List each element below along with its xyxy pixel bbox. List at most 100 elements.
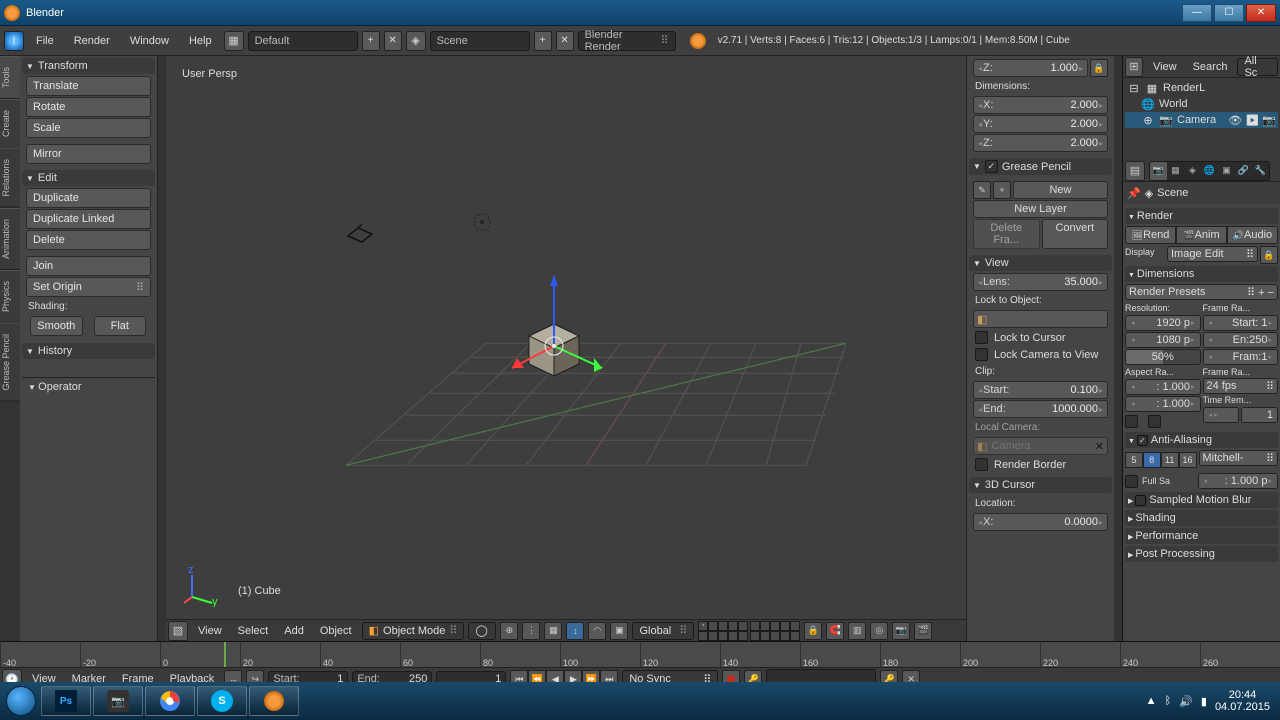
tab-grease-pencil[interactable]: Grease Pencil xyxy=(0,323,20,402)
aspect-y-field[interactable]: ◂: 1.000▸ xyxy=(1125,396,1201,412)
tab-animation[interactable]: Animation xyxy=(0,208,20,270)
scene-remove-button[interactable]: ✕ xyxy=(556,31,574,51)
gp-delete-frame-button[interactable]: Delete Fra... xyxy=(973,219,1040,249)
gp-new-button[interactable]: New xyxy=(1013,181,1108,199)
property-context-tabs[interactable]: 📷 ▦ ◈ 🌐 ▣ 🔗 🔧 xyxy=(1149,161,1270,181)
full-sample-checkbox[interactable] xyxy=(1125,475,1138,488)
pivot-icon[interactable]: ⊕ xyxy=(500,622,518,640)
bluetooth-icon[interactable]: ᛒ xyxy=(1165,695,1172,707)
lock-object-field[interactable]: ◧ xyxy=(973,310,1108,328)
res-percent-slider[interactable]: 50% xyxy=(1125,349,1201,365)
timeline-ruler[interactable]: -40-200204060801001201401601802002202402… xyxy=(0,642,1280,668)
layout-remove-button[interactable]: ✕ xyxy=(384,31,402,51)
task-blender[interactable] xyxy=(249,686,299,716)
transform-panel-header[interactable]: Transform xyxy=(22,58,155,74)
task-skype[interactable]: S xyxy=(197,686,247,716)
dim-z-field[interactable]: ◂Z:2.000▸ xyxy=(973,134,1108,152)
viewport-add-menu[interactable]: Add xyxy=(278,623,310,639)
outliner[interactable]: ⊟▦RenderL 🌐World ⊕📷Camera👁 ▶ 📷 xyxy=(1123,78,1280,160)
minimize-button[interactable]: — xyxy=(1182,4,1212,22)
outliner-filter[interactable]: All Sc xyxy=(1237,58,1278,76)
task-camera[interactable]: 📷 xyxy=(93,686,143,716)
grease-pencil-panel-header[interactable]: Grease Pencil xyxy=(969,158,1112,175)
set-origin-button[interactable]: Set Origin xyxy=(26,277,151,297)
aa-size-field[interactable]: ◂: 1.000 p▸ xyxy=(1198,473,1279,489)
window-menu[interactable]: Window xyxy=(122,32,177,50)
maximize-button[interactable]: ☐ xyxy=(1214,4,1244,22)
layout-icon[interactable]: ▦ xyxy=(224,31,244,51)
cursor-panel-header[interactable]: 3D Cursor xyxy=(969,477,1112,493)
render-buttons[interactable]: 🖼Rend 🎬Anim 🔊Audio xyxy=(1125,226,1278,244)
outliner-view[interactable]: View xyxy=(1147,59,1183,75)
outliner-search[interactable]: Search xyxy=(1187,59,1234,75)
file-menu[interactable]: File xyxy=(28,32,62,50)
lock-to-cursor-checkbox[interactable]: Lock to Cursor xyxy=(969,329,1112,346)
translate-manipulator-icon[interactable]: ↕ xyxy=(566,622,584,640)
dimensions-panel-header[interactable]: Dimensions xyxy=(1125,266,1278,282)
smooth-button[interactable]: Smooth xyxy=(30,316,83,336)
battery-icon[interactable]: ▮ xyxy=(1201,695,1207,708)
lock-interface-icon[interactable]: 🔒 xyxy=(1260,246,1278,264)
scene-add-button[interactable]: + xyxy=(534,31,552,51)
fps-dropdown[interactable]: 24 fps⠿ xyxy=(1203,378,1279,394)
aa-panel-header[interactable]: Anti-Aliasing xyxy=(1125,432,1278,448)
gp-new-layer-button[interactable]: New Layer xyxy=(973,200,1108,218)
outliner-editor-icon[interactable]: ⊞ xyxy=(1125,57,1143,77)
timeline-cursor[interactable] xyxy=(224,642,226,667)
shading-panel-header[interactable]: Shading xyxy=(1125,510,1278,526)
edit-panel-header[interactable]: Edit xyxy=(22,170,155,186)
scale-manipulator-icon[interactable]: ▣ xyxy=(610,622,628,640)
frame-end-field[interactable]: ◂En:250▸ xyxy=(1203,332,1279,348)
lens-field[interactable]: ◂Lens:35.000▸ xyxy=(973,273,1108,291)
scene-icon[interactable]: ◈ xyxy=(406,31,426,51)
tab-tools[interactable]: Tools xyxy=(0,56,20,99)
lock-scale-icon[interactable]: 🔒 xyxy=(1090,59,1108,77)
history-panel-header[interactable]: History xyxy=(22,343,155,359)
help-menu[interactable]: Help xyxy=(181,32,220,50)
layout-add-button[interactable]: + xyxy=(362,31,380,51)
frame-start-field[interactable]: ◂Start: 1▸ xyxy=(1203,315,1279,331)
tab-create[interactable]: Create xyxy=(0,99,20,148)
aa-filter-dropdown[interactable]: Mitchell-⠿ xyxy=(1199,450,1279,466)
start-button[interactable] xyxy=(2,682,40,720)
3d-viewport[interactable]: User Persp (1) Cube xyxy=(166,56,966,619)
render-preview-icon[interactable]: ◎ xyxy=(870,622,888,640)
view-panel-header[interactable]: View xyxy=(969,255,1112,271)
viewport-editor-icon[interactable]: ▧ xyxy=(168,621,188,641)
performance-panel-header[interactable]: Performance xyxy=(1125,528,1278,544)
dim-x-field[interactable]: ◂X:2.000▸ xyxy=(973,96,1108,114)
mirror-button[interactable]: Mirror xyxy=(26,144,151,164)
scale-z-field[interactable]: ◂Z:1.000▸ xyxy=(973,59,1088,77)
join-button[interactable]: Join xyxy=(26,256,151,276)
border-checkbox[interactable] xyxy=(1125,415,1138,428)
clip-end-field[interactable]: ◂End:1000.000▸ xyxy=(973,400,1108,418)
duplicate-button[interactable]: Duplicate xyxy=(26,188,151,208)
duplicate-linked-button[interactable]: Duplicate Linked xyxy=(26,209,151,229)
scene-dropdown[interactable]: Scene xyxy=(430,31,530,51)
gp-add-icon[interactable]: + xyxy=(993,181,1011,199)
snap-element-icon[interactable]: ▥ xyxy=(848,622,866,640)
operator-panel[interactable]: Operator xyxy=(22,377,155,396)
layer-buttons[interactable] xyxy=(698,621,800,641)
frame-step-field[interactable]: ◂Fram:1▸ xyxy=(1203,349,1279,365)
viewport-select-menu[interactable]: Select xyxy=(232,623,275,639)
render-panel-header[interactable]: Render xyxy=(1125,208,1278,224)
local-camera-field[interactable]: ◧Camera✕ xyxy=(973,437,1108,455)
properties-editor-icon[interactable]: ▤ xyxy=(1125,161,1145,181)
screen-layout-dropdown[interactable]: Default xyxy=(248,31,358,51)
scale-button[interactable]: Scale xyxy=(26,118,151,138)
remap-old-field[interactable]: ◂▸ xyxy=(1203,407,1240,423)
clock[interactable]: 20:4404.07.2015 xyxy=(1215,689,1270,713)
opengl-anim-icon[interactable]: 🎬 xyxy=(914,622,932,640)
motion-blur-panel-header[interactable]: Sampled Motion Blur xyxy=(1125,492,1278,508)
shading-dropdown[interactable]: ◯ xyxy=(468,622,496,640)
tab-physics[interactable]: Physics xyxy=(0,270,20,323)
crop-checkbox[interactable] xyxy=(1148,415,1161,428)
task-chrome[interactable] xyxy=(145,686,195,716)
dim-y-field[interactable]: ◂Y:2.000▸ xyxy=(973,115,1108,133)
viewport-view-menu[interactable]: View xyxy=(192,623,228,639)
clip-start-field[interactable]: ◂Start:0.100▸ xyxy=(973,381,1108,399)
opengl-render-icon[interactable]: 📷 xyxy=(892,622,910,640)
remap-new-field[interactable]: 1 xyxy=(1241,407,1278,423)
render-presets-dropdown[interactable]: Render Presets⠿ + − xyxy=(1125,284,1278,300)
